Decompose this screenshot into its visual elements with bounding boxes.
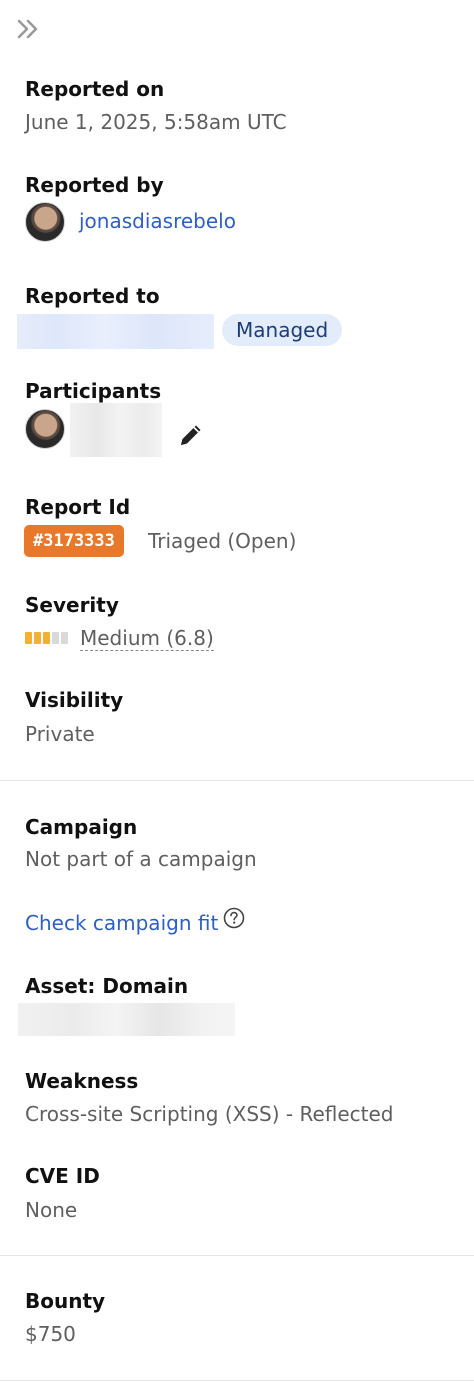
severity-value[interactable]: Medium (6.8) [80, 625, 214, 651]
reported-on-value: June 1, 2025, 5:58am UTC [25, 110, 287, 134]
reported-by-label: Reported by [25, 173, 164, 197]
participant-avatar[interactable] [25, 409, 65, 449]
reporter-username-link[interactable]: jonasdiasrebelo [79, 208, 236, 234]
visibility-value: Private [25, 722, 95, 746]
question-circle-icon[interactable] [223, 907, 245, 929]
severity-bar-segment [34, 632, 41, 644]
campaign-label: Campaign [25, 815, 138, 839]
redacted-program-name[interactable] [17, 314, 214, 349]
severity-bar-segment [52, 632, 59, 644]
report-details-sidebar: Reported on June 1, 2025, 5:58am UTC Rep… [0, 0, 474, 1383]
reporter-avatar[interactable] [25, 202, 65, 242]
reported-on-label: Reported on [25, 77, 165, 101]
pencil-icon[interactable] [177, 421, 205, 449]
weakness-label: Weakness [25, 1069, 139, 1093]
section-divider [0, 780, 474, 781]
cve-id-value: None [25, 1198, 78, 1222]
redacted-participant [70, 403, 162, 457]
asset-label: Asset: Domain [25, 974, 189, 998]
section-divider [0, 1380, 474, 1381]
weakness-value: Cross-site Scripting (XSS) - Reflected [25, 1102, 394, 1126]
severity-value-text[interactable]: Medium (6.8) [80, 626, 214, 651]
redacted-asset-domain [18, 1003, 235, 1036]
cve-id-label: CVE ID [25, 1164, 100, 1188]
managed-badge: Managed [222, 314, 343, 346]
bounty-label: Bounty [25, 1289, 106, 1313]
severity-meter [25, 632, 68, 644]
visibility-label: Visibility [25, 688, 124, 712]
report-id-label: Report Id [25, 495, 131, 519]
bounty-value: $750 [25, 1322, 76, 1346]
reported-to-label: Reported to [25, 284, 160, 308]
section-divider [0, 1255, 474, 1256]
campaign-value: Not part of a campaign [25, 847, 257, 871]
report-status: Triaged (Open) [148, 529, 297, 553]
severity-bar-segment [43, 632, 50, 644]
severity-bar-segment [25, 632, 32, 644]
double-chevron-right-icon[interactable] [16, 18, 40, 40]
report-id-badge: #3173333 [24, 525, 124, 557]
check-campaign-fit-link[interactable]: Check campaign fit [25, 910, 218, 936]
participants-label: Participants [25, 379, 162, 403]
severity-bar-segment [61, 632, 68, 644]
severity-label: Severity [25, 593, 119, 617]
